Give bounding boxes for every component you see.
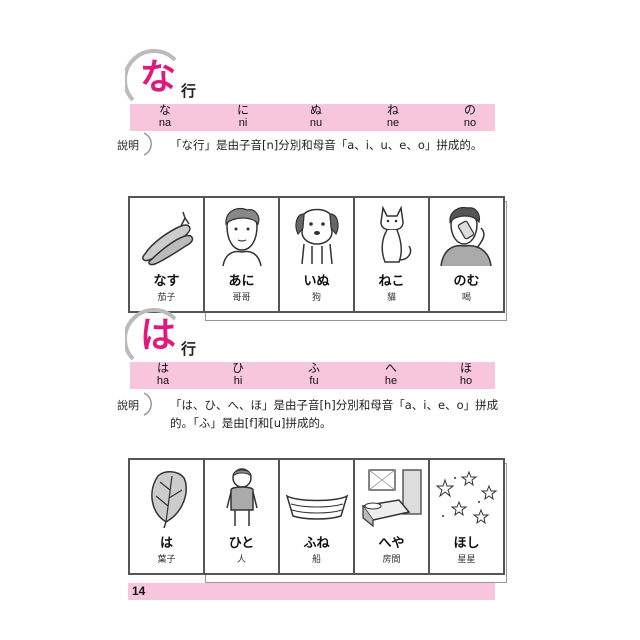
page-footer-bar: 14: [128, 583, 495, 600]
vocab-card-strip: は 葉子 ひと 人 ふね 船 へや 房間 ほし 星星: [128, 458, 505, 575]
person-icon: [225, 468, 258, 526]
vocab-meaning: 船: [311, 555, 321, 565]
kana-cell: ひ hi: [231, 361, 244, 388]
stars-icon: [435, 470, 497, 525]
vocab-card: ひと 人: [205, 460, 280, 573]
vocab-card: は 葉子: [130, 460, 205, 573]
vocab-meaning: 星星: [457, 555, 476, 565]
vocab-card: ふね 船: [280, 460, 355, 573]
boat-icon: [285, 494, 348, 520]
bedroom-icon: [361, 469, 422, 528]
vocab-card: へや 房間: [355, 460, 430, 573]
explanation-text: 「は、ひ、へ、ほ」是由子音[h]分別和母音「a、i、e、o」拼成的。「ふ」是由[…: [170, 398, 499, 430]
explain-label-arc: [143, 392, 152, 416]
section-heading-gyo: 行: [181, 340, 197, 358]
kana-cell: は ha: [156, 361, 170, 388]
vocab-word: ひと: [228, 536, 255, 551]
page-number: 14: [132, 584, 146, 598]
vocab-word: は: [159, 536, 173, 551]
vocab-meaning: 房間: [382, 555, 401, 565]
section-ha-gyo: は 行 は ha ひ hi ふ fu へ he ほ ho 說明 「は、ひ、へ、ほ」是由子音…: [0, 0, 640, 583]
vocab-card: ほし 星星: [430, 460, 503, 573]
vocab-meaning: 人: [236, 555, 246, 565]
kana-cell: ふ fu: [307, 361, 320, 388]
leaf-icon: [150, 471, 187, 528]
explain-label: 說明: [117, 399, 139, 412]
vocab-word: へや: [378, 536, 405, 551]
vocab-word: ふね: [303, 536, 330, 551]
section-heading-kana: は: [140, 315, 177, 356]
vocab-word: ほし: [453, 536, 480, 551]
kana-cell: へ he: [384, 361, 398, 388]
kana-romaji-bar: は ha ひ hi ふ fu へ he ほ ho: [130, 362, 495, 389]
vocab-meaning: 葉子: [157, 555, 176, 565]
kana-cell: ほ ho: [459, 361, 473, 388]
